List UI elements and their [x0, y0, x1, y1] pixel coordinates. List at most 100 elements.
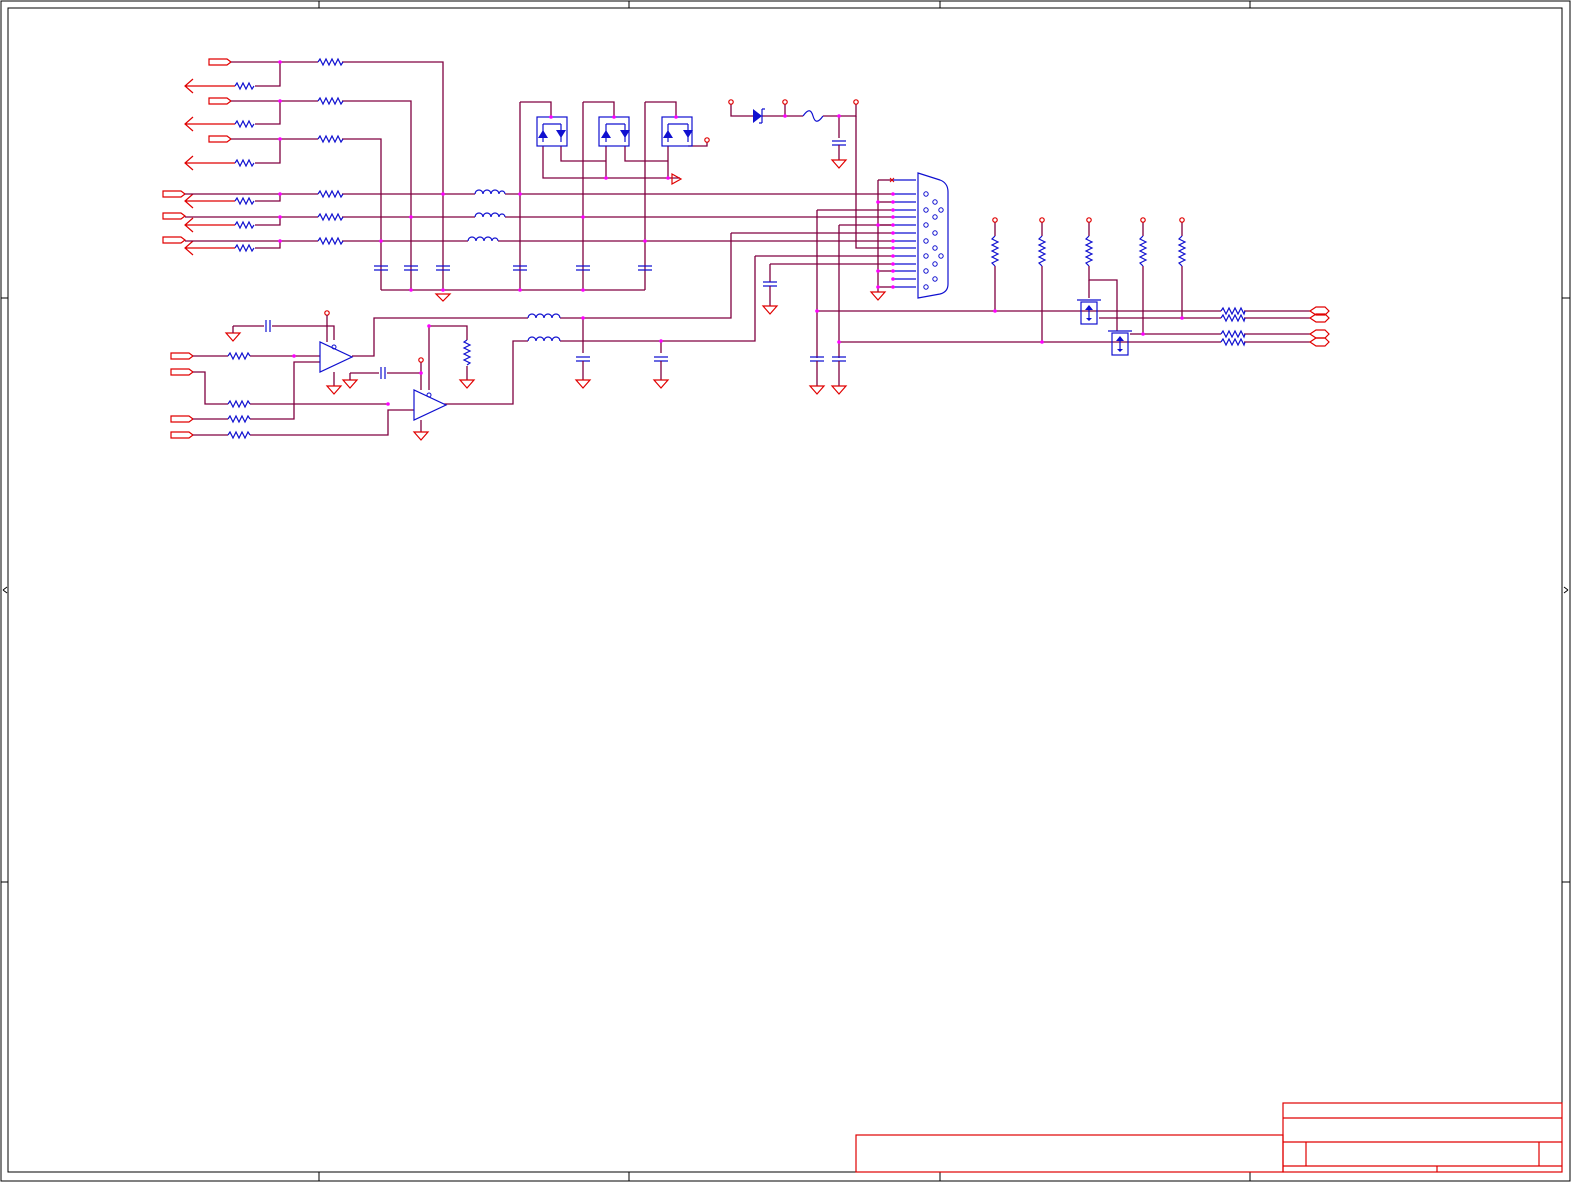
power-pin-icon [324, 310, 330, 316]
resistor-icon [234, 119, 255, 129]
resistor-icon [1037, 235, 1047, 267]
input-port[interactable] [170, 352, 194, 360]
ground-icon [325, 385, 343, 395]
output-arrow-port[interactable] [184, 217, 235, 233]
fuse-icon [802, 110, 824, 122]
capacitor-icon [576, 356, 590, 362]
ground-icon [830, 385, 848, 395]
ground-icon [652, 379, 670, 389]
power-pin-icon [1179, 217, 1185, 223]
resistor-icon [234, 158, 255, 168]
ground-icon [341, 379, 359, 389]
ground-icon [574, 379, 592, 389]
mosfet-icon [1077, 299, 1101, 325]
ground-icon [808, 385, 826, 395]
power-pin-icon [418, 357, 424, 363]
ground-icon [830, 159, 848, 169]
resistor-icon [234, 220, 255, 230]
power-pin-icon [728, 99, 734, 105]
resistor-icon [234, 81, 255, 91]
input-port[interactable] [208, 97, 232, 105]
input-port[interactable] [170, 431, 194, 439]
input-port[interactable] [162, 190, 186, 198]
resistor-icon [317, 57, 344, 67]
capacitor-icon [810, 356, 824, 362]
resistor-icon [1220, 337, 1246, 347]
ground-icon [224, 332, 242, 342]
inductor-icon [527, 336, 561, 342]
input-port[interactable] [208, 135, 232, 143]
power-pin-icon [782, 99, 788, 105]
inductor-icon [527, 313, 561, 319]
sheet-frame [0, 0, 1571, 1182]
op-amp-icon [413, 389, 448, 421]
inductor-icon [467, 236, 499, 242]
resistor-icon [462, 339, 472, 366]
resistor-icon [1138, 235, 1148, 267]
output-arrow-port[interactable] [184, 155, 235, 171]
resistor-icon [234, 196, 255, 206]
esd-diode-array-icon [536, 116, 568, 147]
title-block [855, 1102, 1563, 1173]
resistor-icon [1084, 235, 1094, 267]
diode-array-group [536, 116, 693, 147]
input-port[interactable] [170, 415, 194, 423]
op-amp-group [319, 341, 448, 432]
output-arrow-port[interactable] [184, 193, 235, 209]
schematic-sheet [0, 0, 1571, 1182]
power-pin-icon [1140, 217, 1146, 223]
output-port[interactable] [1308, 329, 1330, 339]
power-pin-icon [853, 99, 859, 105]
resistor-icon [227, 430, 251, 440]
output-arrow-port[interactable] [184, 116, 235, 132]
inductor-icon [474, 189, 506, 195]
input-port[interactable] [162, 212, 186, 220]
output-port-group [1308, 306, 1330, 347]
power-pin-icon [1039, 217, 1045, 223]
resistor-icon [234, 243, 255, 253]
esd-diode-array-icon [598, 116, 630, 147]
resistor-icon [317, 236, 344, 246]
ground-icon [412, 431, 430, 441]
ground-icon [458, 379, 476, 389]
wire-network [185, 61, 1310, 436]
resistor-icon [317, 189, 344, 199]
ground-icon [671, 172, 683, 186]
ground-icon [434, 293, 452, 302]
capacitor-icon [832, 140, 846, 146]
power-pin-icon [1086, 217, 1092, 223]
esd-diode-array-icon [661, 116, 693, 147]
db15-connector-icon [889, 172, 949, 299]
capacitor-icon [380, 367, 386, 379]
output-arrow-port[interactable] [184, 78, 235, 94]
diode-icon [753, 109, 762, 123]
output-port[interactable] [1308, 337, 1330, 347]
power-pin-icon [704, 137, 710, 143]
ground-icon [761, 305, 779, 315]
resistor-icon [990, 235, 1000, 267]
resistor-icon [1220, 306, 1246, 316]
output-arrow-port[interactable] [184, 240, 235, 256]
input-port[interactable] [208, 58, 232, 66]
resistor-icon [317, 96, 344, 106]
ground-icon [869, 291, 887, 301]
resistor-icon [227, 399, 251, 409]
inductor-icon [474, 212, 506, 218]
mosfet-group [1077, 299, 1132, 356]
capacitor-icon [763, 281, 777, 287]
resistor-icon [227, 351, 251, 361]
resistor-icon [1220, 329, 1246, 339]
resistor-icon [227, 414, 251, 424]
power-pin-icon [992, 217, 998, 223]
ground-group [224, 159, 887, 441]
capacitor-icon [265, 320, 271, 332]
resistor-icon [317, 212, 344, 222]
input-port[interactable] [162, 236, 186, 244]
capacitor-icon [832, 356, 846, 362]
capacitor-icon [654, 356, 668, 362]
resistor-icon [1177, 235, 1187, 267]
resistor-icon [1220, 313, 1246, 323]
resistor-icon [317, 134, 344, 144]
input-port[interactable] [170, 368, 194, 376]
input-port-group [162, 58, 235, 439]
